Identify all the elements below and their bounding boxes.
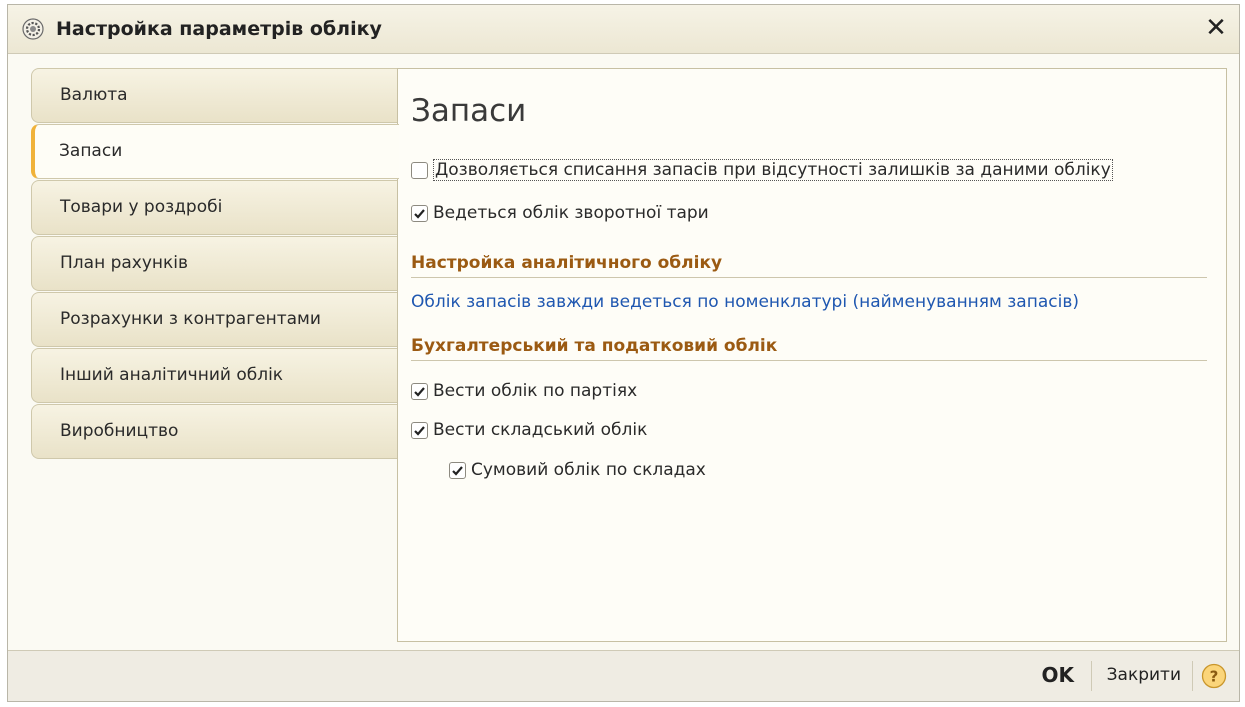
tab-inventory[interactable]: Запаси xyxy=(31,124,399,179)
checkbox-box[interactable] xyxy=(411,382,428,400)
allow-writeoff-checkbox[interactable]: Дозволяється списання запасів при відсут… xyxy=(411,159,1113,181)
sum-by-warehouses-checkbox[interactable]: Сумовий облік по складах xyxy=(449,460,706,480)
help-glyph: ? xyxy=(1210,668,1219,686)
checkbox-label: Ведеться облік зворотної тари xyxy=(433,203,709,223)
checkbox-box[interactable] xyxy=(411,161,428,179)
close-icon[interactable]: ✕ xyxy=(1203,15,1229,41)
checkbox-box[interactable] xyxy=(411,421,428,439)
checkmark-icon xyxy=(452,465,463,476)
tab-list: Валюта Запаси Товари у роздробі План рах… xyxy=(31,68,399,460)
tab-currency[interactable]: Валюта xyxy=(31,68,398,123)
accounting-section-header: Бухгалтерський та податковий облік xyxy=(411,336,1207,361)
checkbox-box[interactable] xyxy=(449,461,466,479)
warehouse-checkbox[interactable]: Вести складський облік xyxy=(411,420,647,440)
title-bar: Настройка параметрів обліку ✕ xyxy=(8,5,1239,54)
tab-production[interactable]: Виробництво xyxy=(31,404,398,459)
by-batches-checkbox[interactable]: Вести облік по партіях xyxy=(411,381,637,401)
checkbox-label: Дозволяється списання запасів при відсут… xyxy=(433,159,1113,181)
gear-icon xyxy=(22,18,44,40)
separator xyxy=(1091,661,1092,691)
close-button[interactable]: Закрити xyxy=(1107,665,1181,685)
ok-button[interactable]: OK xyxy=(1042,663,1075,687)
tab-counterparty-settlements[interactable]: Розрахунки з контрагентами xyxy=(31,292,398,347)
window-title: Настройка параметрів обліку xyxy=(56,18,382,40)
tab-other-analytics[interactable]: Інший аналітичний облік xyxy=(31,348,398,403)
checkbox-label: Вести облік по партіях xyxy=(433,381,638,401)
return-packaging-checkbox[interactable]: Ведеться облік зворотної тари xyxy=(411,203,709,223)
tab-chart-of-accounts[interactable]: План рахунків xyxy=(31,236,398,291)
checkbox-label: Сумовий облік по складах xyxy=(471,460,706,480)
checkmark-icon xyxy=(414,425,425,436)
separator xyxy=(1192,661,1193,691)
analytics-info-text: Облік запасів завжди ведеться по номенкл… xyxy=(411,292,1079,312)
analytics-section-header: Настройка аналітичного обліку xyxy=(411,253,1207,278)
dialog-body: Валюта Запаси Товари у роздробі План рах… xyxy=(31,68,1227,642)
checkmark-icon xyxy=(414,208,425,219)
dialog-footer: OK Закрити ? xyxy=(8,650,1239,701)
help-icon[interactable]: ? xyxy=(1201,663,1227,689)
checkmark-icon xyxy=(414,386,425,397)
inventory-panel: Запаси Дозволяється списання запасів при… xyxy=(397,68,1227,642)
checkbox-label: Вести складський облік xyxy=(433,420,648,440)
panel-title: Запаси xyxy=(411,93,527,129)
settings-dialog: Настройка параметрів обліку ✕ Валюта Зап… xyxy=(7,4,1240,702)
checkbox-box[interactable] xyxy=(411,204,428,222)
tab-retail-goods[interactable]: Товари у роздробі xyxy=(31,180,398,235)
